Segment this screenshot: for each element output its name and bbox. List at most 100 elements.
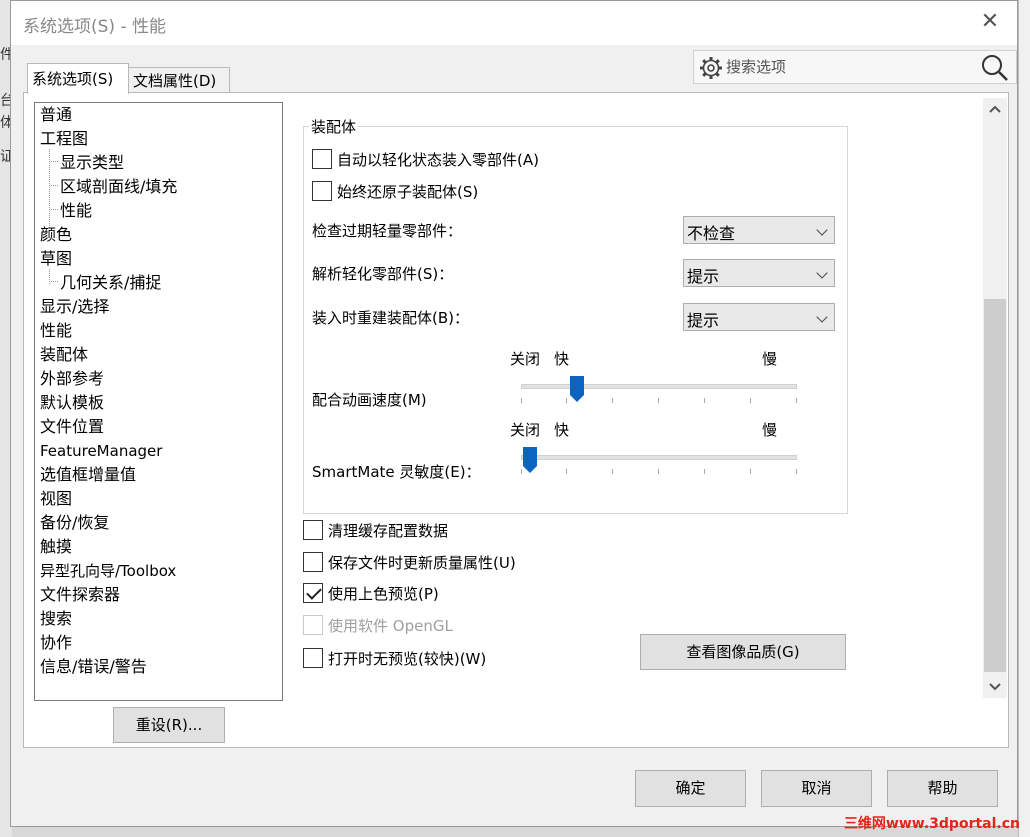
checkbox-box[interactable] [303,552,323,572]
tree-item-colors[interactable]: 颜色 [40,224,72,246]
slider-tick [796,469,797,474]
tree-item-default-templates[interactable]: 默认模板 [40,392,104,414]
close-icon[interactable]: ✕ [977,9,1003,35]
resolve-lightweight-select[interactable]: 提示 [683,259,835,287]
tree-item-display-selection[interactable]: 显示/选择 [40,296,109,318]
reset-button[interactable]: 重设(R)... [113,707,225,743]
check-outdated-select[interactable]: 不检查 [683,216,835,244]
tree-item-external-references[interactable]: 外部参考 [40,368,104,390]
tree-item-file-locations[interactable]: 文件位置 [40,416,104,438]
tree-item-backup-recover[interactable]: 备份/恢复 [40,512,109,534]
checkbox-label: 打开时无预览(较快)(W) [328,649,487,668]
checkbox-box[interactable] [303,583,323,603]
tree-item-spin-box-increments[interactable]: 选值框增量值 [40,464,136,486]
tree-connector [49,281,58,282]
assembly-group-title: 装配体 [309,116,359,137]
tree-item-view[interactable]: 视图 [40,488,72,510]
smartmate-slider-fast-label: 快 [554,421,570,439]
tree-item-assemblies[interactable]: 装配体 [40,344,88,366]
tree-item-hole-wizard-toolbox[interactable]: 异型孔向导/Toolbox [40,560,176,582]
smartmate-slider-slow-label: 慢 [762,421,778,439]
options-dialog: 系统选项(S) - 性能 ✕ 系统选项(S) 文档属性(D) 搜索选项 普通 工… [10,0,1018,827]
clear-cache-checkbox[interactable]: 清理缓存配置数据 [303,518,448,542]
tab-system-options[interactable]: 系统选项(S) [27,63,129,94]
vertical-scrollbar[interactable] [983,98,1007,698]
slider-tick [566,469,567,474]
chevron-down-icon [816,224,828,236]
options-tree: 普通 工程图 显示类型 区域剖面线/填充 性能 颜色 草图 几何关系/捕捉 显示… [34,102,283,701]
checkbox-box[interactable] [303,520,323,540]
search-icon[interactable] [980,53,1010,83]
tree-item-area-hatch[interactable]: 区域剖面线/填充 [60,176,177,198]
gear-icon[interactable] [698,55,724,81]
slider-tick [750,398,751,403]
slider-tick [658,398,659,403]
tree-item-featuremanager[interactable]: FeatureManager [40,440,162,462]
checkbox-label: 清理缓存配置数据 [328,521,449,540]
view-image-quality-button[interactable]: 查看图像品质(G) [640,634,846,670]
chevron-down-icon[interactable] [983,676,1007,698]
checkbox-label: 使用上色预览(P) [328,584,439,603]
tree-item-file-explorer[interactable]: 文件探索器 [40,584,120,606]
tree-item-search[interactable]: 搜索 [40,608,72,630]
search-input[interactable] [726,55,966,79]
scrollbar-thumb[interactable] [984,299,1006,672]
ok-button[interactable]: 确定 [635,770,746,807]
tree-item-touch[interactable]: 触摸 [40,536,72,558]
mate-slider-slow-label: 慢 [762,350,778,368]
tree-item-drawing-performance[interactable]: 性能 [60,200,92,222]
slider-tick [521,469,522,474]
checkbox-label: 自动以轻化状态装入零部件(A) [337,150,539,169]
slider-track [521,384,797,389]
checkbox-box [303,615,323,635]
window-title: 系统选项(S) - 性能 [23,17,166,37]
help-button[interactable]: 帮助 [887,770,998,807]
select-value: 不检查 [687,224,736,243]
rebuild-on-load-label: 装入时重建装配体(B)： [312,309,469,327]
title-bar: 系统选项(S) - 性能 ✕ [11,1,1017,45]
cancel-button[interactable]: 取消 [761,770,872,807]
select-value: 提示 [687,267,720,286]
mate-slider-fast-label: 快 [554,350,570,368]
slider-thumb[interactable] [570,376,584,402]
slider-tick [612,469,613,474]
background-app-strip-right [1018,0,1030,837]
checkbox-box[interactable] [303,648,323,668]
tree-item-relations-snaps[interactable]: 几何关系/捕捉 [60,272,161,294]
smartmate-sensitivity-slider[interactable] [521,447,797,477]
slider-thumb[interactable] [523,447,537,473]
shaded-preview-checkbox[interactable]: 使用上色预览(P) [303,581,439,605]
tree-connector [49,209,58,210]
tree-item-drawings[interactable]: 工程图 [40,128,88,150]
tree-item-sketch[interactable]: 草图 [40,248,72,270]
options-panel: 普通 工程图 显示类型 区域剖面线/填充 性能 颜色 草图 几何关系/捕捉 显示… [23,92,1009,748]
slider-tick [750,469,751,474]
chevron-up-icon[interactable] [983,98,1007,120]
tree-item-display-type[interactable]: 显示类型 [60,152,124,174]
tree-item-performance[interactable]: 性能 [40,320,72,342]
smartmate-slider-off-label: 关闭 [510,421,541,439]
checkbox-label: 始终还原子装配体(S) [337,182,479,201]
check-outdated-label: 检查过期轻量零部件： [312,222,463,240]
slider-tick [704,469,705,474]
mate-slider-off-label: 关闭 [510,350,541,368]
tree-item-messages-errors-warnings[interactable]: 信息/错误/警告 [40,656,147,678]
slider-tick [658,469,659,474]
mate-animation-slider[interactable] [521,376,797,406]
lightweight-load-checkbox[interactable]: 自动以轻化状态装入零部件(A) [312,147,539,171]
slider-tick [796,398,797,403]
slider-tick [566,398,567,403]
checkbox-box[interactable] [312,181,332,201]
tree-connector [49,185,58,186]
update-mass-properties-checkbox[interactable]: 保存文件时更新质量属性(U) [303,550,516,574]
no-preview-checkbox[interactable]: 打开时无预览(较快)(W) [303,646,486,670]
tab-document-properties[interactable]: 文档属性(D) [128,67,230,93]
checkbox-box[interactable] [312,149,332,169]
tree-item-general[interactable]: 普通 [40,104,72,126]
slider-tick [521,398,522,403]
tree-connector [49,161,58,162]
software-opengl-checkbox: 使用软件 OpenGL [303,613,453,637]
tree-item-collaboration[interactable]: 协作 [40,632,72,654]
rebuild-on-load-select[interactable]: 提示 [683,303,835,331]
restore-subassemblies-checkbox[interactable]: 始终还原子装配体(S) [312,179,478,203]
